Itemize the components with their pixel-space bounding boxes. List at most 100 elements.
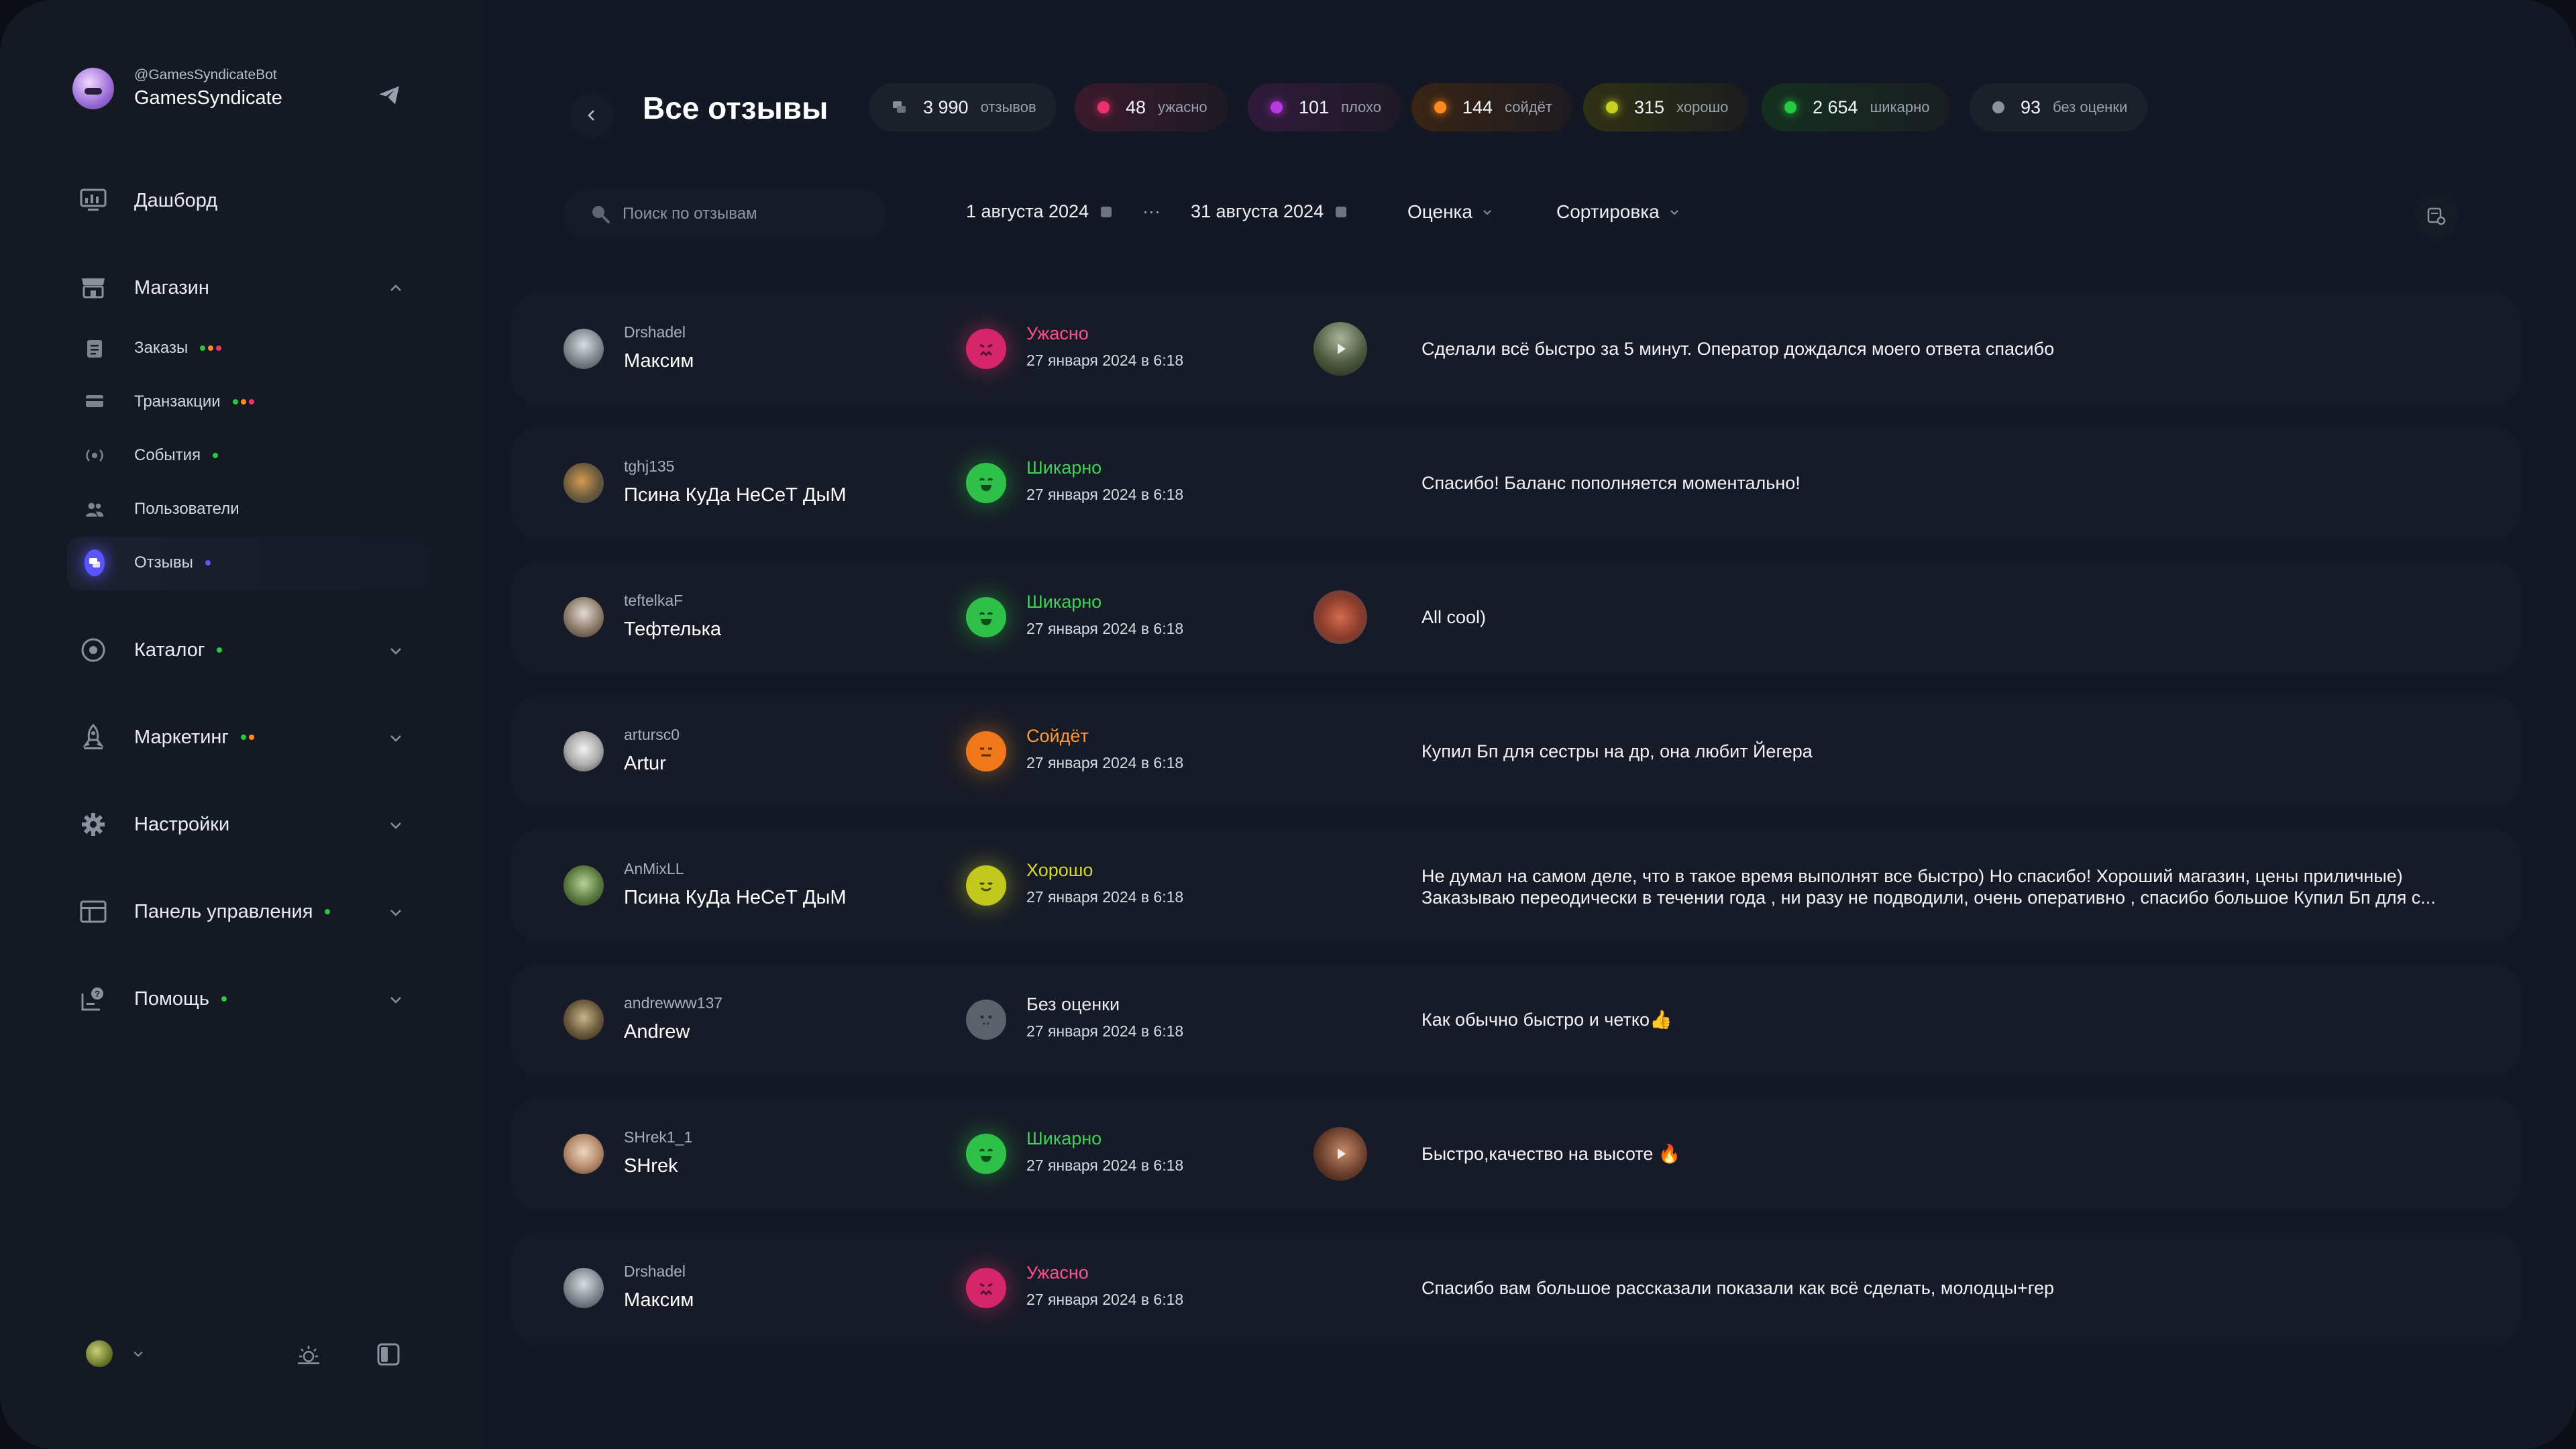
stat-unrated[interactable]: 93 без оценки bbox=[1970, 83, 2148, 131]
status-dots bbox=[205, 560, 211, 566]
stat-terrible[interactable]: 48 ужасно bbox=[1075, 83, 1228, 131]
telegram-send-icon[interactable] bbox=[376, 83, 402, 107]
rating-label: Ужасно bbox=[1026, 323, 1089, 343]
sidebar-item-reviews[interactable]: Отзывы bbox=[85, 549, 211, 576]
sidebar-item-store[interactable]: Магазин bbox=[79, 274, 209, 302]
user-avatar[interactable] bbox=[564, 463, 604, 503]
status-dots bbox=[217, 647, 223, 653]
terrible-face-icon bbox=[966, 329, 1006, 369]
stat-value: 3 990 bbox=[923, 97, 969, 117]
review-row[interactable]: Drshadel Максим Ужасно 27 января 2024 в … bbox=[511, 1233, 2521, 1343]
user-name: Artur bbox=[624, 753, 666, 774]
stat-okay[interactable]: 144 сойдёт bbox=[1411, 83, 1572, 131]
review-row[interactable]: SHrek1_1 SHrek Шикарно 27 января 2024 в … bbox=[511, 1099, 2521, 1209]
rating-label: Шикарно bbox=[1026, 458, 1102, 478]
sidebar-item-orders[interactable]: Заказы bbox=[85, 338, 222, 358]
stat-value: 93 bbox=[2021, 97, 2041, 117]
stat-excellent[interactable]: 2 654 шикарно bbox=[1762, 83, 1950, 131]
sidebar-item-users[interactable]: Пользователи bbox=[85, 499, 239, 519]
stat-value: 101 bbox=[1299, 97, 1330, 117]
sidebar-item-label: Каталог bbox=[134, 639, 205, 661]
shop-profile[interactable]: @GamesSyndicateBot GamesSyndicate bbox=[72, 67, 282, 109]
sidebar-item-marketing[interactable]: Маркетинг bbox=[79, 723, 254, 751]
user-avatar[interactable] bbox=[564, 597, 604, 637]
stat-total[interactable]: 3 990 отзывов bbox=[869, 83, 1057, 131]
review-row[interactable]: artursc0 Artur Сойдёт 27 января 2024 в 6… bbox=[511, 696, 2521, 806]
stat-value: 2 654 bbox=[1813, 97, 1858, 117]
stat-label: шикарно bbox=[1870, 99, 1930, 115]
user-avatar[interactable] bbox=[564, 731, 604, 771]
chevron-down-icon bbox=[1483, 210, 1491, 215]
status-dots bbox=[232, 399, 254, 405]
user-handle: artursc0 bbox=[624, 726, 680, 743]
table-settings-button[interactable] bbox=[2415, 195, 2458, 237]
review-row[interactable]: AnMixLL Псина КуДа НеСеТ ДыМ Хорошо 27 я… bbox=[511, 830, 2521, 941]
sidebar-item-help[interactable]: ? Помощь bbox=[79, 985, 227, 1013]
date-from-value: 1 августа 2024 bbox=[966, 201, 1089, 221]
user-avatar[interactable] bbox=[564, 1134, 604, 1174]
theme-toggle-icon[interactable] bbox=[295, 1342, 322, 1368]
chevron-down-icon[interactable] bbox=[131, 1347, 145, 1360]
rating-dropdown[interactable]: Оценка bbox=[1407, 201, 1493, 223]
sidebar-collapse-icon[interactable] bbox=[377, 1343, 400, 1366]
sidebar-item-control-panel[interactable]: Панель управления bbox=[79, 898, 331, 926]
user-handle: SHrek1_1 bbox=[624, 1128, 693, 1146]
sidebar-item-transactions[interactable]: Транзакции bbox=[85, 392, 254, 412]
control-panel-icon bbox=[79, 898, 107, 926]
sidebar-item-label: Магазин bbox=[134, 276, 209, 299]
stat-label: сойдёт bbox=[1505, 99, 1552, 115]
bad-dot bbox=[1271, 101, 1283, 113]
video-attachment[interactable] bbox=[1313, 1127, 1367, 1181]
sort-dropdown[interactable]: Сортировка bbox=[1556, 201, 1680, 223]
chevron-down-icon[interactable] bbox=[388, 817, 404, 833]
calendar-icon bbox=[1101, 206, 1112, 217]
video-attachment[interactable] bbox=[1313, 322, 1367, 376]
table-settings-icon bbox=[2427, 207, 2446, 225]
image-attachment[interactable] bbox=[1313, 590, 1367, 644]
sidebar-item-catalog[interactable]: Каталог bbox=[79, 636, 223, 664]
user-name: Andrew bbox=[624, 1021, 690, 1042]
review-row[interactable]: teftelkaF Тефтелька Шикарно 27 января 20… bbox=[511, 562, 2521, 672]
chevron-left-icon bbox=[588, 110, 594, 121]
sidebar-item-label: Отзывы bbox=[134, 553, 193, 572]
review-row[interactable]: tghj135 Псина КуДа НеСеТ ДыМ Шикарно 27 … bbox=[511, 428, 2521, 538]
date-to-picker[interactable]: 31 августа 2024 bbox=[1191, 201, 1347, 222]
stat-bad[interactable]: 101 плохо bbox=[1248, 83, 1402, 131]
review-date: 27 января 2024 в 6:18 bbox=[1026, 486, 1184, 503]
user-name: Тефтелька bbox=[624, 619, 722, 640]
marketing-icon bbox=[79, 723, 107, 751]
sidebar-item-settings[interactable]: Настройки bbox=[79, 810, 229, 839]
excellent-dot bbox=[1784, 101, 1796, 113]
chevron-down-icon[interactable] bbox=[388, 643, 404, 659]
sidebar-item-dashboard[interactable]: Дашборд bbox=[79, 186, 217, 215]
chevron-down-icon[interactable] bbox=[388, 730, 404, 746]
stat-label: отзывов bbox=[980, 99, 1036, 115]
chevron-up-icon[interactable] bbox=[388, 280, 404, 297]
user-handle: tghj135 bbox=[624, 458, 675, 475]
page-title: Все отзывы bbox=[643, 91, 828, 125]
calendar-icon bbox=[1336, 206, 1347, 217]
user-avatar[interactable] bbox=[564, 1268, 604, 1308]
sidebar-item-events[interactable]: События bbox=[85, 445, 219, 466]
okay-face-icon bbox=[966, 731, 1006, 771]
user-avatar[interactable] bbox=[564, 865, 604, 906]
chevron-down-icon[interactable] bbox=[388, 991, 404, 1008]
catalog-icon bbox=[79, 636, 107, 664]
review-text: Не думал на самом деле, что в такое врем… bbox=[1421, 866, 2403, 886]
rating-label: Хорошо bbox=[1026, 860, 1093, 880]
user-avatar[interactable] bbox=[86, 1340, 113, 1367]
user-avatar[interactable] bbox=[564, 329, 604, 369]
reviews-count-icon bbox=[893, 101, 906, 113]
date-from-picker[interactable]: 1 августа 2024 bbox=[966, 201, 1112, 222]
terrible-face-icon bbox=[966, 1268, 1006, 1308]
chevron-down-icon[interactable] bbox=[388, 904, 404, 920]
stat-good[interactable]: 315 хорошо bbox=[1583, 83, 1749, 131]
rating-label: Сойдёт bbox=[1026, 726, 1089, 746]
unrated-face-icon bbox=[966, 1000, 1006, 1040]
review-row[interactable]: Drshadel Максим Ужасно 27 января 2024 в … bbox=[511, 294, 2521, 404]
review-row[interactable]: andrewww137 Andrew Без оценки 27 января … bbox=[511, 965, 2521, 1075]
back-button[interactable] bbox=[570, 94, 613, 137]
user-avatar[interactable] bbox=[564, 1000, 604, 1040]
review-text: Сделали всё быстро за 5 минут. Оператор … bbox=[1421, 339, 2055, 359]
search-input[interactable]: Поиск по отзывам bbox=[564, 189, 885, 239]
